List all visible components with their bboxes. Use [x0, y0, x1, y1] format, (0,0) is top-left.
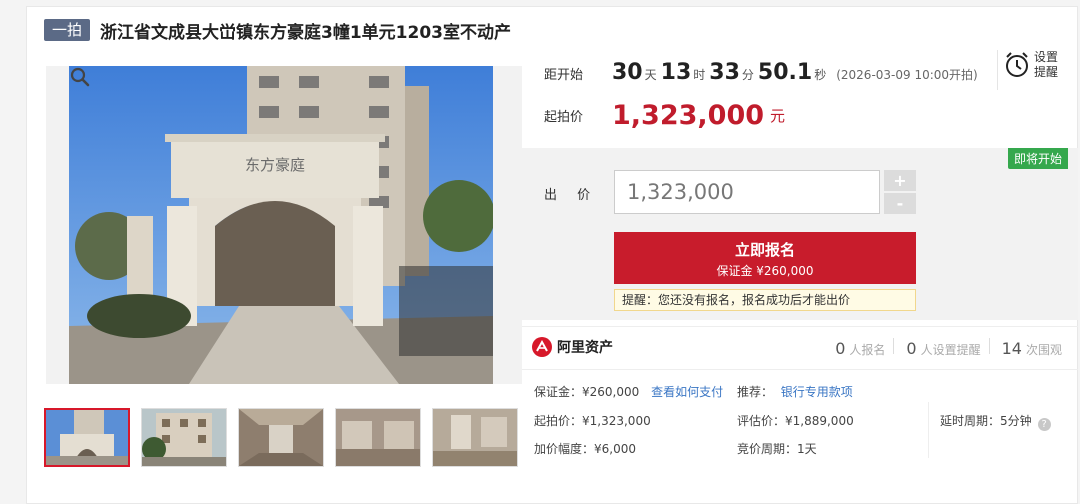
thumbnail-4[interactable] [335, 408, 421, 467]
reminder-count-label: 人设置提醒 [920, 343, 981, 357]
thumbnail-1[interactable] [44, 408, 130, 467]
thumbnail-2[interactable] [141, 408, 227, 467]
start-time-note: (2026-03-09 10:00开拍) [836, 68, 978, 82]
start-price-unit: 元 [770, 106, 786, 125]
alarm-clock-icon [1006, 52, 1028, 77]
view-count: 14 [1001, 339, 1022, 358]
increase-bid-button[interactable]: + [884, 170, 916, 191]
page-title: 浙江省文成县大峃镇东方豪庭3幢1单元1203室不动产 [100, 22, 511, 43]
recommend-label: 推荐： [736, 385, 773, 399]
start-price-value: 1,323,000 [612, 99, 765, 131]
details-divider [928, 402, 929, 458]
countdown-days-unit: 天 [644, 68, 657, 82]
signup-count-label: 人报名 [849, 343, 886, 357]
stat-divider [893, 338, 895, 354]
bid-box: 即将开始 出 价 1,323,000 + - 立即报名 保证金 ¥260,000… [522, 148, 1078, 320]
auction-round-badge: 一拍 [44, 19, 91, 41]
gate-sign-text: 东方豪庭 [245, 156, 305, 174]
help-icon[interactable]: ? [1037, 418, 1051, 431]
thumbnail-5[interactable] [432, 408, 518, 467]
countdown-minutes-unit: 分 [741, 68, 754, 82]
stat-divider [988, 338, 990, 354]
ali-assets-icon [532, 337, 552, 357]
remind-divider [997, 50, 998, 90]
detail-appraisal: 评估价：¥1,889,000 [737, 414, 854, 428]
ali-assets-logo[interactable]: 阿里资产 [532, 337, 613, 357]
countdown-hours-unit: 时 [693, 68, 706, 82]
stats-counters: 0 人报名 0 人设置提醒 14 次围观 [823, 338, 1062, 358]
deposit-info: 保证金：¥260,000 查看如何支付 推荐： 银行专用款项 [534, 383, 853, 400]
main-photo[interactable]: 东方豪庭 [46, 66, 522, 384]
detail-bid-cycle: 竞价周期：1天 [737, 442, 817, 456]
ali-assets-brand: 阿里资产 [557, 340, 613, 356]
countdown-label: 距开始 [544, 68, 584, 83]
remind-label-1: 设置 [1034, 50, 1059, 64]
bid-label: 出 价 [544, 188, 599, 203]
detail-increment: 加价幅度：¥6,000 [534, 442, 636, 456]
detail-delay-cycle: 延时周期：5分钟? [940, 412, 1051, 431]
register-button-deposit: 保证金 ¥260,000 [716, 264, 814, 278]
reminder-count: 0 [906, 339, 917, 358]
deposit-text: 保证金：¥260,000 [534, 385, 640, 399]
countdown-minutes: 33 [709, 60, 740, 85]
view-count-label: 次围观 [1025, 343, 1062, 357]
countdown-row: 距开始 30 天 13 时 33 分 50.1 秒 (2026-03-09 10… [544, 60, 978, 88]
set-reminder-button[interactable]: 设置 提醒 [1004, 50, 1064, 80]
start-price-row: 起拍价 1,323,000 元 [544, 98, 785, 132]
decrease-bid-button[interactable]: - [884, 193, 916, 214]
countdown-seconds-unit: 秒 [814, 68, 827, 82]
delay-cycle-text: 延时周期：5分钟 [940, 414, 1032, 428]
detail-start-price: 起拍价：¥1,323,000 [534, 414, 651, 428]
register-tip: 提醒：您还没有报名，报名成功后才能出价 [614, 289, 916, 311]
thumbnail-strip [44, 408, 529, 467]
signup-count: 0 [835, 339, 846, 358]
countdown-days: 30 [612, 60, 643, 85]
stats-row: 阿里资产 0 人报名 0 人设置提醒 14 次围观 [522, 326, 1078, 370]
register-button-label: 立即报名 [734, 241, 795, 259]
countdown-hours: 13 [660, 60, 692, 85]
bid-amount-input[interactable]: 1,323,000 [614, 170, 880, 214]
status-badge: 即将开始 [1007, 148, 1068, 169]
how-to-pay-link[interactable]: 查看如何支付 [651, 385, 723, 399]
gate-photo-illustration: 东方豪庭 [69, 66, 493, 384]
zoom-icon[interactable] [69, 66, 91, 88]
register-now-button[interactable]: 立即报名 保证金 ¥260,000 [614, 232, 916, 284]
remind-label-2: 提醒 [1034, 65, 1059, 79]
start-price-label: 起拍价 [544, 109, 584, 125]
countdown-seconds: 50.1 [757, 60, 813, 85]
thumbnail-3[interactable] [238, 408, 324, 467]
title-row: 一拍 浙江省文成县大峃镇东方豪庭3幢1单元1203室不动产 [44, 18, 511, 43]
bank-funds-link[interactable]: 银行专用款项 [781, 385, 853, 399]
